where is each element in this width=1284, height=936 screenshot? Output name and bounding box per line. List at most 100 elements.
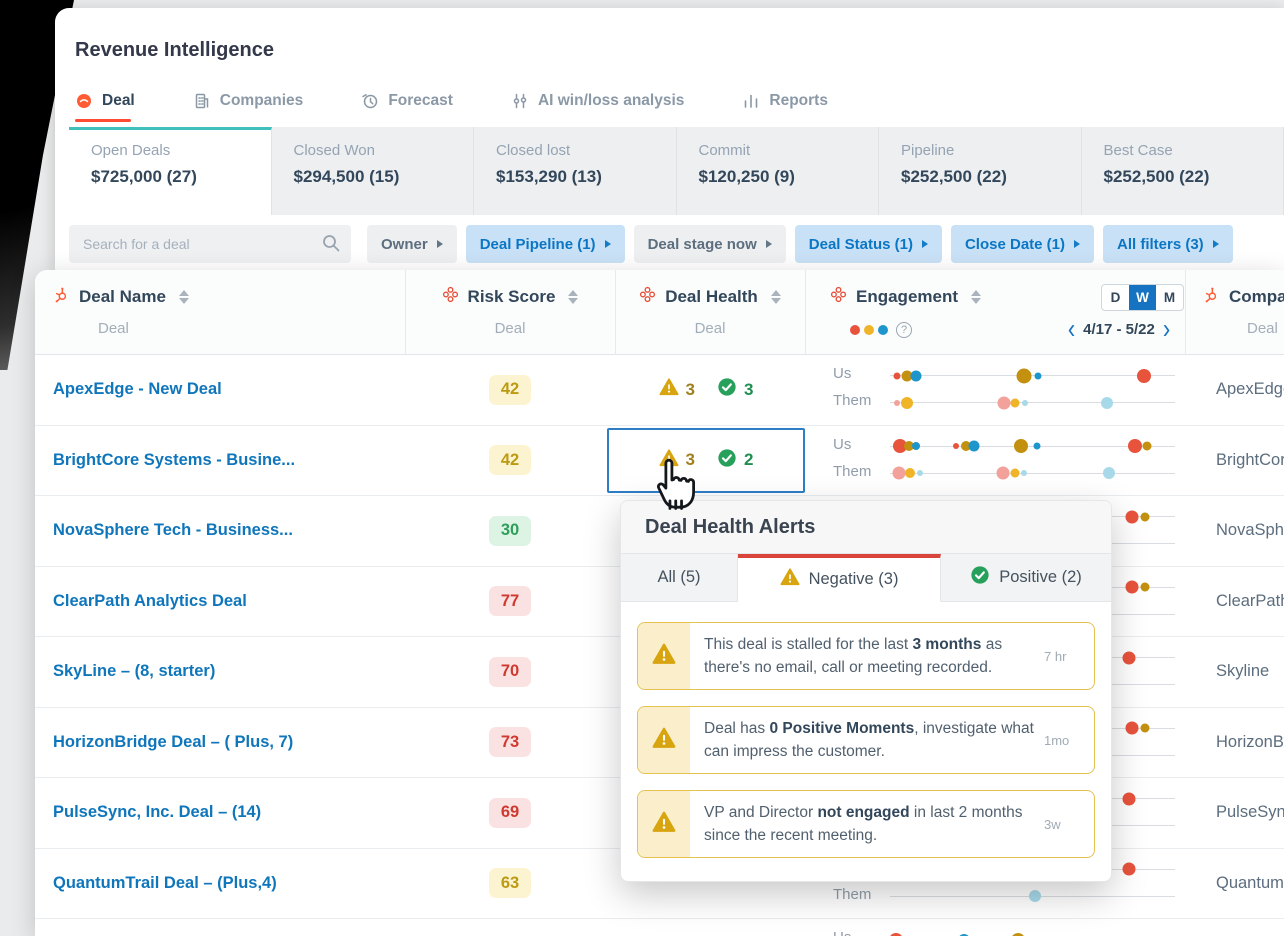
warning-icon [652, 642, 676, 671]
table-header: Deal Name Deal Risk Score Deal Deal Heal… [35, 270, 1284, 355]
summary-card-open-deals[interactable]: Open Deals $725,000 (27) [69, 127, 272, 215]
next-chevron-icon[interactable]: › [1163, 315, 1170, 343]
property-icon [442, 286, 459, 308]
companies-icon [193, 92, 211, 110]
sort-icon[interactable] [178, 290, 189, 304]
tab-deal[interactable]: Deal [75, 78, 135, 124]
filter-chip-all-filters-3-[interactable]: All filters (3) [1103, 225, 1233, 263]
alert-text: Deal has 0 Positive Moments, investigate… [704, 719, 1034, 760]
deal-name-link[interactable]: HorizonBridge Deal – ( Plus, 7) [53, 708, 398, 778]
deal-name-link[interactable]: NovaSphere Tech - Business... [53, 496, 398, 566]
engagement-dot-red [1122, 651, 1136, 664]
risk-score-cell: 63 [405, 849, 615, 919]
card-label: Closed lost [496, 142, 571, 159]
alert-card: Deal has 0 Positive Moments, investigate… [637, 706, 1095, 774]
property-icon [830, 286, 847, 308]
card-label: Open Deals [91, 142, 171, 159]
risk-score-badge: 63 [489, 868, 531, 899]
chevron-right-icon [765, 240, 772, 248]
deal-name-link[interactable]: QuantumTrail Deal – (Plus,4) [53, 849, 398, 919]
engagement-dot-blue [911, 442, 920, 450]
engagement-us-label: Us [833, 365, 852, 382]
deal-name-link[interactable]: BrightCore Systems - Busine... [53, 426, 398, 496]
card-label: Best Case [1103, 142, 1173, 159]
column-subtitle: Deal [98, 320, 129, 337]
tab-reports[interactable]: Reports [742, 78, 828, 124]
positive-count: 2 [744, 450, 754, 470]
filter-chip-close-date-1-[interactable]: Close Date (1) [950, 225, 1094, 263]
company-cell: Skyline [1216, 662, 1270, 681]
column-header-risk-score[interactable]: Risk Score [405, 286, 615, 308]
company-cell: NovaSphere [1216, 521, 1284, 540]
summary-card-best-case[interactable]: Best Case $252,500 (22) [1081, 127, 1284, 215]
tab-label: Reports [769, 92, 828, 109]
deal-name-link[interactable]: SkyLine – (8, starter) [53, 637, 398, 707]
sort-icon[interactable] [568, 290, 579, 304]
tab-ai-win-loss-analysis[interactable]: AI win/loss analysis [511, 78, 684, 124]
filter-chip-deal-pipeline-1-[interactable]: Deal Pipeline (1) [465, 225, 625, 263]
deal-health-cell[interactable]: 33 [607, 357, 805, 423]
engagement-legend: ? [850, 322, 912, 338]
deal-health-cell-selected[interactable]: 32 [607, 427, 805, 493]
filter-bar: Search for a deal Owner Deal Pipeline (1)… [69, 222, 1284, 266]
engagement-dot-blue [1034, 372, 1042, 379]
card-value: $252,500 (22) [901, 167, 1007, 186]
deal-health-alerts-popup: Deal Health Alerts All (5) Negative (3) Po… [620, 500, 1112, 882]
filter-chip-deal-status-1-[interactable]: Deal Status (1) [794, 225, 942, 263]
filter-chip-owner[interactable]: Owner [367, 225, 457, 263]
risk-score-badge: 42 [489, 445, 531, 476]
column-header-deal-name[interactable]: Deal Name [53, 286, 189, 308]
card-label: Closed Won [293, 142, 375, 159]
positive-count: 3 [744, 379, 754, 399]
risk-score-badge: 77 [489, 586, 531, 617]
column-header-deal-health[interactable]: Deal Health [615, 286, 805, 308]
legend-dot-red [850, 325, 860, 335]
popup-tab-positive-2-[interactable]: Positive (2) [941, 554, 1111, 602]
sort-icon[interactable] [971, 290, 982, 304]
tab-companies[interactable]: Companies [193, 78, 303, 124]
help-icon[interactable]: ? [896, 322, 912, 338]
risk-score-cell: 69 [405, 778, 615, 848]
search-input[interactable]: Search for a deal [69, 225, 351, 263]
engagement-dot-red [893, 372, 901, 379]
risk-score-badge: 73 [489, 727, 531, 758]
chip-label: Owner [381, 235, 428, 253]
popup-tab-all-5-[interactable]: All (5) [621, 554, 738, 602]
popup-alerts: This deal is stalled for the last 3 mont… [621, 602, 1111, 894]
engagement-dot-gold [1014, 439, 1029, 453]
prev-chevron-icon[interactable]: ‹ [1068, 315, 1075, 343]
popup-tab-negative-3-[interactable]: Negative (3) [738, 554, 941, 602]
engagement-dot-yellow [901, 396, 914, 409]
filter-chip-deal-stage-now[interactable]: Deal stage now [633, 225, 786, 263]
chip-label: Deal Pipeline (1) [479, 235, 596, 253]
deal-name-link[interactable]: ClearPath Analytics Deal [53, 567, 398, 637]
engagement-dot-red [1125, 510, 1139, 523]
summary-card-pipeline[interactable]: Pipeline $252,500 (22) [879, 127, 1082, 215]
sort-icon[interactable] [770, 290, 781, 304]
column-header-engagement[interactable]: Engagement [830, 286, 982, 308]
popup-tab-label: Positive (2) [999, 568, 1082, 586]
column-header-company[interactable]: Company [1203, 286, 1284, 308]
check-icon [717, 377, 737, 402]
period-w[interactable]: W [1129, 285, 1156, 310]
tab-forecast[interactable]: Forecast [361, 78, 453, 124]
engagement-dot-blue [910, 370, 922, 381]
period-m[interactable]: M [1156, 285, 1183, 310]
engagement-dot-yellow [904, 468, 915, 478]
warning-icon [652, 810, 676, 839]
alert-timestamp: 3w [1044, 816, 1061, 832]
date-range: 4/17 - 5/22 [1083, 320, 1155, 338]
summary-card-closed-lost[interactable]: Closed lost $153,290 (13) [474, 127, 677, 215]
forecast-icon [361, 92, 379, 110]
engagement-dot-lightblue [1022, 399, 1029, 406]
deal-health-cell[interactable] [607, 921, 805, 936]
filter-chips: Owner Deal Pipeline (1) Deal stage now Deal… [367, 225, 1233, 263]
period-d[interactable]: D [1102, 285, 1129, 310]
summary-card-commit[interactable]: Commit $120,250 (9) [676, 127, 879, 215]
engagement-dot-gold [1140, 582, 1150, 592]
summary-card-closed-won[interactable]: Closed Won $294,500 (15) [271, 127, 474, 215]
deal-name-link[interactable]: PulseSync, Inc. Deal – (14) [53, 778, 398, 848]
engagement-dot-red [1122, 792, 1136, 805]
deal-name-link[interactable]: ApexEdge - New Deal [53, 355, 398, 425]
alert-card: VP and Director not engaged in last 2 mo… [637, 790, 1095, 858]
